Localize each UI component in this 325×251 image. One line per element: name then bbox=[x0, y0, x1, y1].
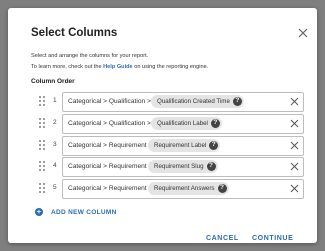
cancel-button[interactable]: CANCEL bbox=[206, 235, 239, 242]
continue-button[interactable]: CONTINUE bbox=[252, 235, 293, 242]
description-text-pre: To learn more, check out the bbox=[31, 64, 104, 70]
description-line-1: Select and arrange the columns for your … bbox=[31, 53, 149, 59]
column-chip-label: Requirement Slug bbox=[154, 163, 204, 170]
drag-handle-icon[interactable] bbox=[39, 183, 45, 193]
select-columns-dialog: Select Columns Select and arrange the co… bbox=[8, 8, 317, 243]
column-path: Categorical > Requirement > bbox=[68, 163, 153, 170]
column-order-label: Column Order bbox=[31, 78, 75, 85]
column-row: 2 Categorical > Qualification > Qualific… bbox=[31, 114, 304, 134]
remove-column-icon[interactable] bbox=[290, 184, 299, 193]
column-field[interactable]: Categorical > Requirement > Requirement … bbox=[62, 179, 304, 199]
column-path: Categorical > Qualification > bbox=[68, 98, 151, 105]
column-field[interactable]: Categorical > Qualification > Qualificat… bbox=[62, 114, 304, 134]
dialog-title: Select Columns bbox=[31, 27, 118, 39]
column-row: 1 Categorical > Qualification > Qualific… bbox=[31, 92, 304, 112]
add-new-column-label: ADD NEW COLUMN bbox=[51, 208, 117, 216]
description-text-post: on using the reporting engine. bbox=[132, 64, 209, 70]
row-number: 1 bbox=[53, 97, 57, 104]
column-path: Categorical > Requirement > bbox=[68, 142, 153, 149]
row-number: 4 bbox=[53, 162, 57, 169]
column-chip-label: Qualification Label bbox=[157, 120, 208, 127]
remove-column-icon[interactable] bbox=[290, 119, 299, 128]
drag-handle-icon[interactable] bbox=[39, 96, 45, 106]
plus-icon: + bbox=[35, 207, 43, 217]
add-new-column-button[interactable]: + ADD NEW COLUMN bbox=[35, 207, 117, 217]
drag-handle-icon[interactable] bbox=[39, 118, 45, 128]
column-chip-label: Requirement Label bbox=[154, 142, 207, 149]
column-chip[interactable]: Requirement Answers ? bbox=[148, 182, 229, 195]
dialog-description: Select and arrange the columns for your … bbox=[31, 51, 208, 73]
help-icon[interactable]: ? bbox=[206, 162, 216, 171]
remove-column-icon[interactable] bbox=[290, 141, 299, 150]
help-guide-link[interactable]: Help Guide bbox=[103, 64, 133, 70]
drag-handle-icon[interactable] bbox=[39, 161, 45, 171]
help-icon[interactable]: ? bbox=[209, 141, 219, 150]
help-icon[interactable]: ? bbox=[232, 97, 242, 106]
column-row: 3 Categorical > Requirement > Requiremen… bbox=[31, 136, 304, 156]
row-number: 3 bbox=[53, 141, 57, 148]
column-row: 4 Categorical > Requirement > Requiremen… bbox=[31, 157, 304, 177]
help-icon[interactable]: ? bbox=[210, 119, 220, 128]
row-number: 5 bbox=[53, 184, 57, 191]
column-field[interactable]: Categorical > Requirement > Requirement … bbox=[62, 157, 304, 177]
help-icon[interactable]: ? bbox=[217, 184, 227, 193]
column-chip[interactable]: Requirement Slug ? bbox=[148, 160, 218, 173]
row-number: 2 bbox=[53, 119, 57, 126]
column-chip[interactable]: Requirement Label ? bbox=[148, 139, 221, 152]
column-field[interactable]: Categorical > Qualification > Qualificat… bbox=[62, 92, 304, 112]
remove-column-icon[interactable] bbox=[290, 162, 299, 171]
column-chip[interactable]: Qualification Label ? bbox=[151, 117, 222, 130]
close-icon[interactable] bbox=[296, 26, 310, 40]
column-chip[interactable]: Qualification Created Time ? bbox=[151, 95, 244, 108]
column-path: Categorical > Requirement > bbox=[68, 185, 153, 192]
column-chip-label: Requirement Answers bbox=[154, 185, 215, 192]
drag-handle-icon[interactable] bbox=[39, 140, 45, 150]
column-row: 5 Categorical > Requirement > Requiremen… bbox=[31, 179, 304, 199]
column-chip-label: Qualification Created Time bbox=[157, 98, 230, 105]
column-field[interactable]: Categorical > Requirement > Requirement … bbox=[62, 136, 304, 156]
description-line-2: To learn more, check out the Help Guide … bbox=[31, 62, 208, 73]
remove-column-icon[interactable] bbox=[290, 97, 299, 106]
column-path: Categorical > Qualification > bbox=[68, 120, 151, 127]
